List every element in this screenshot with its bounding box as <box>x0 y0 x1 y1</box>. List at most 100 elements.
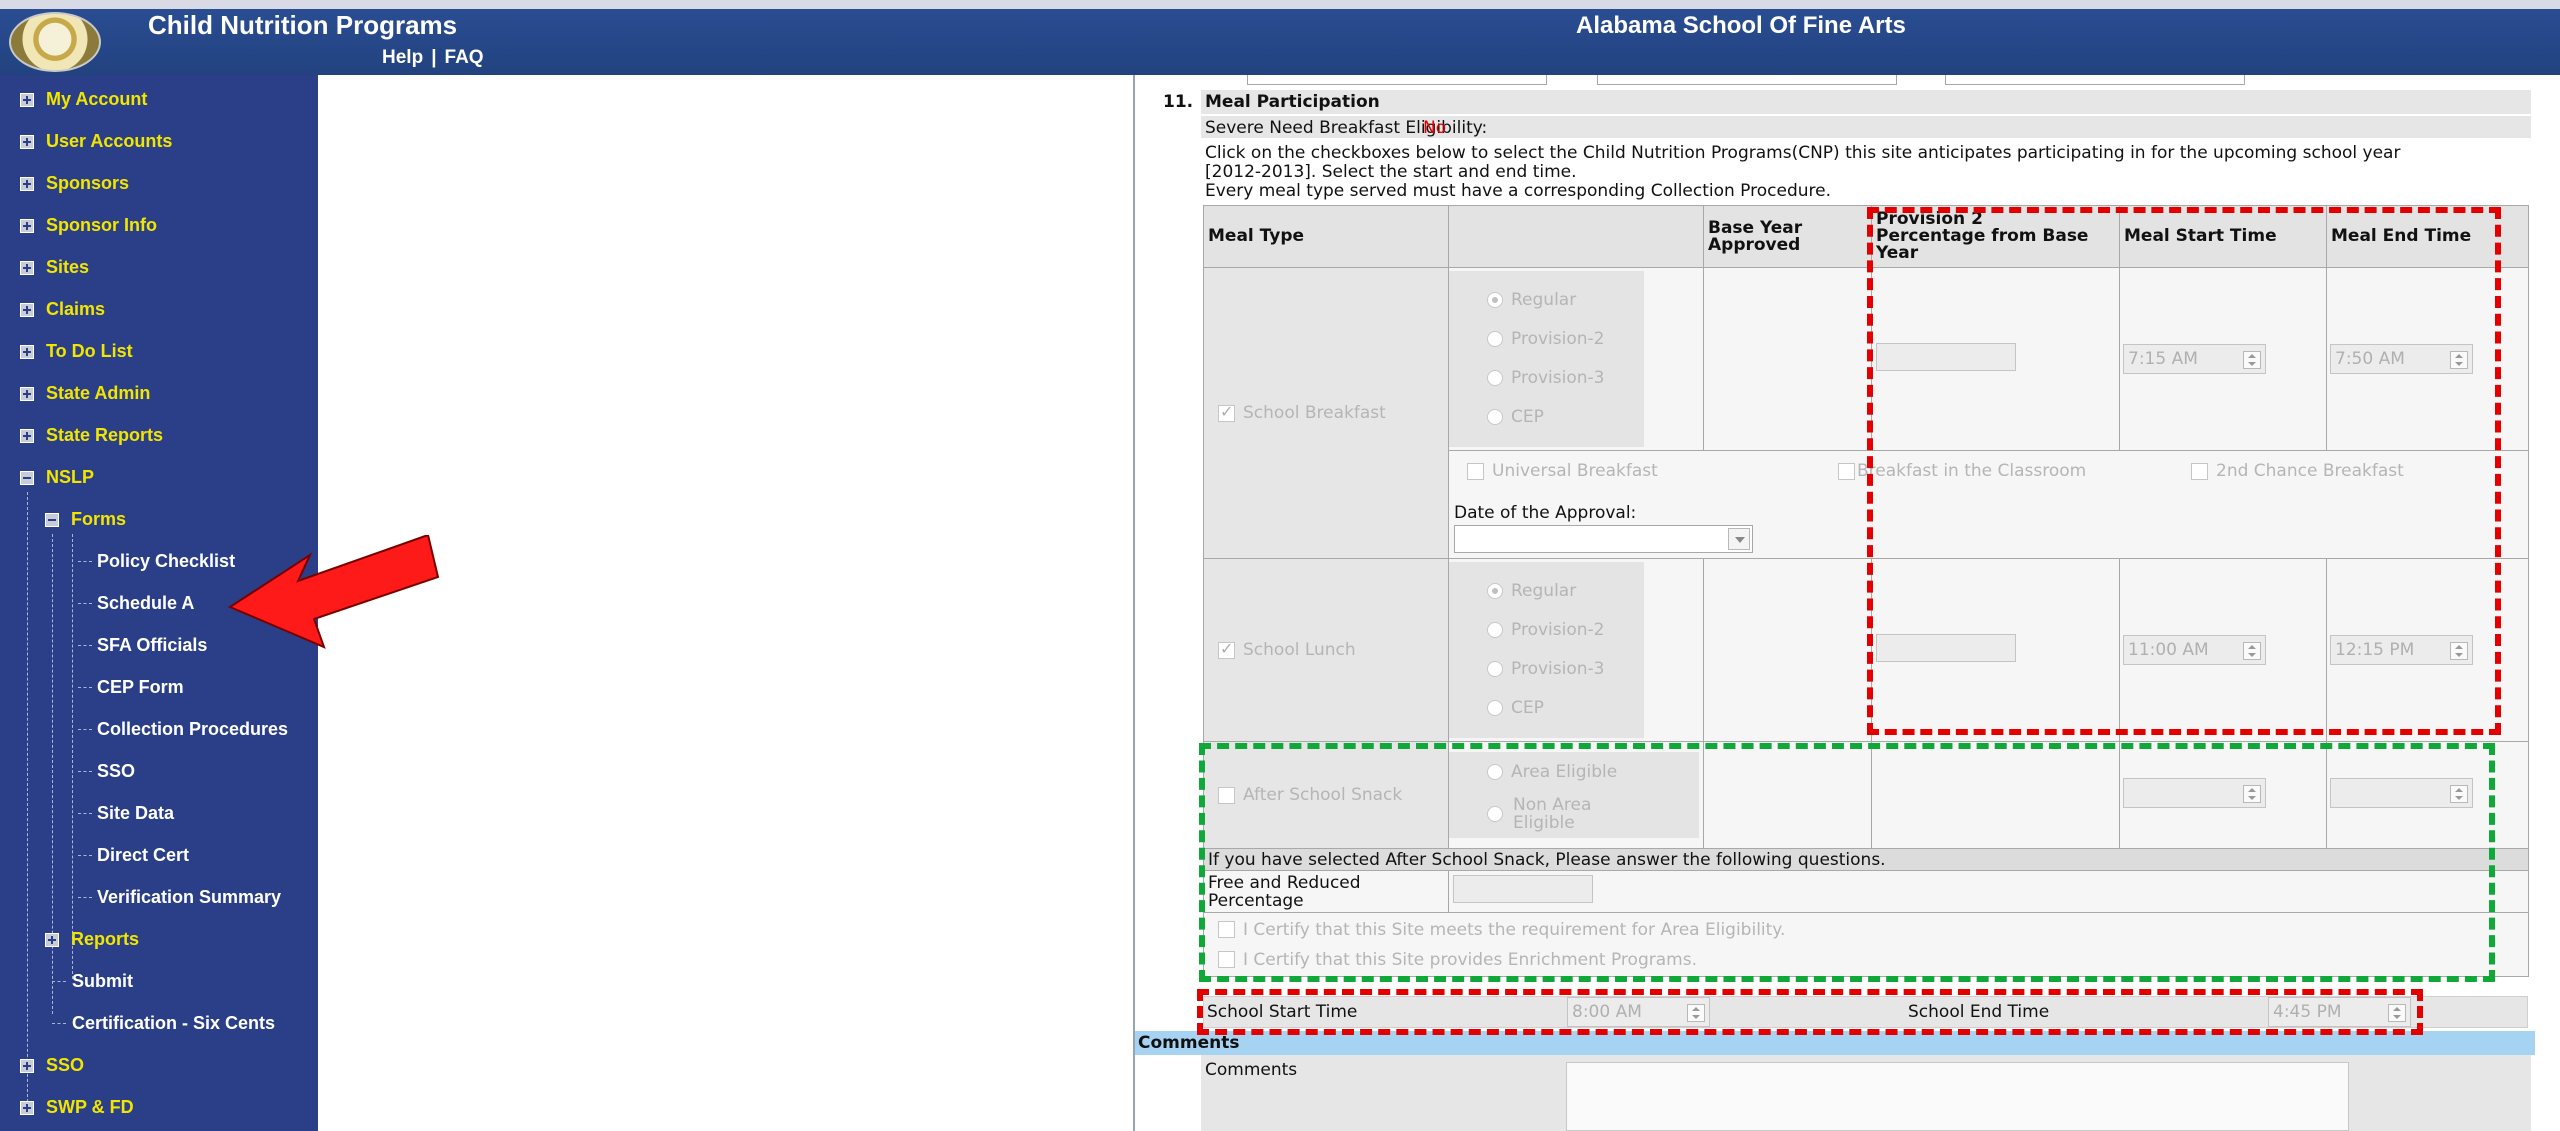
tree-tick <box>78 687 92 688</box>
nav-sfa-officials[interactable]: SFA Officials <box>97 630 207 660</box>
breakfast-base-year-cell <box>1703 267 1872 451</box>
tree-line <box>27 492 28 1102</box>
expand-icon[interactable] <box>20 261 34 276</box>
app-header: Child Nutrition Programs Help | FAQ Alabam… <box>0 0 2560 75</box>
radio-icon <box>1487 700 1503 716</box>
expand-icon[interactable] <box>20 303 34 318</box>
radio-label: Regular <box>1511 581 1577 601</box>
partial-select-2[interactable] <box>1597 75 1897 85</box>
breakfast-radio-provision3[interactable]: Provision-3 <box>1487 359 1644 398</box>
radio-icon <box>1487 370 1503 386</box>
approval-date-select[interactable] <box>1454 525 1753 553</box>
approval-date-label: Date of the Approval: <box>1454 503 1637 523</box>
radio-label: Regular <box>1511 290 1577 310</box>
partial-select-1[interactable] <box>1247 75 1547 85</box>
section-title: Meal Participation <box>1205 92 1380 112</box>
instructions-line-1: Click on the checkboxes below to select … <box>1205 143 2401 163</box>
nav-direct-cert[interactable]: Direct Cert <box>97 840 189 870</box>
nav-label: State Reports <box>46 425 164 445</box>
nav-label: Reports <box>71 929 140 949</box>
expand-icon[interactable] <box>20 93 34 108</box>
nav-label: SWP & FD <box>46 1097 134 1117</box>
nav-swp-fd[interactable]: SWP & FD <box>20 1092 134 1122</box>
tree-tick <box>78 561 92 562</box>
nav-claims[interactable]: Claims <box>20 294 105 324</box>
nav-reports[interactable]: Reports <box>45 924 139 954</box>
nav-site-data[interactable]: Site Data <box>97 798 174 828</box>
tree-tick <box>78 897 92 898</box>
tree-tick <box>52 981 66 982</box>
nav-sponsors[interactable]: Sponsors <box>20 168 129 198</box>
expand-icon[interactable] <box>20 345 34 360</box>
nav-sso-form[interactable]: SSO <box>97 756 135 786</box>
help-link[interactable]: Help <box>382 47 423 68</box>
lunch-radio-cep[interactable]: CEP <box>1487 689 1644 728</box>
nav-nslp[interactable]: NSLP <box>20 462 94 492</box>
col-base-year: Base Year Approved <box>1703 205 1872 268</box>
green-dashed-highlight <box>1199 743 2495 982</box>
nav-label: State Admin <box>46 383 151 403</box>
nav-sites[interactable]: Sites <box>20 252 89 282</box>
chevron-down-icon[interactable] <box>1728 528 1750 550</box>
nav-submit[interactable]: Submit <box>72 966 133 996</box>
tree-line <box>72 534 73 979</box>
tree-tick <box>78 603 92 604</box>
radio-icon <box>1487 622 1503 638</box>
expand-icon[interactable] <box>20 1059 34 1074</box>
nav-sponsor-info[interactable]: Sponsor Info <box>20 210 157 240</box>
tree-tick <box>78 645 92 646</box>
nav-verification-summary[interactable]: Verification Summary <box>97 882 281 912</box>
instructions-line-3: Every meal type served must have a corre… <box>1205 181 1832 201</box>
expand-icon[interactable] <box>20 429 34 444</box>
col-base-year-line2: Approved <box>1708 234 1801 255</box>
col-options <box>1448 205 1704 268</box>
nav-label: Sites <box>46 257 90 277</box>
expand-icon[interactable] <box>20 219 34 234</box>
expand-icon[interactable] <box>20 177 34 192</box>
lunch-radio-group: Regular Provision-2 Provision-3 CEP <box>1449 562 1644 738</box>
nav-schedule-a[interactable]: Schedule A <box>97 588 194 618</box>
nav-cep-form[interactable]: CEP Form <box>97 672 184 702</box>
faq-link[interactable]: FAQ <box>445 47 484 68</box>
comments-textarea[interactable] <box>1566 1062 2349 1131</box>
collapse-icon[interactable] <box>20 471 34 486</box>
breakfast-radio-provision2[interactable]: Provision-2 <box>1487 320 1644 359</box>
radio-icon <box>1487 583 1503 599</box>
lunch-radio-provision3[interactable]: Provision-3 <box>1487 650 1644 689</box>
red-dashed-highlight <box>1867 207 2501 735</box>
expand-icon[interactable] <box>20 1101 34 1116</box>
collapse-icon[interactable] <box>45 513 59 528</box>
nav-label: Sponsor Info <box>46 215 157 235</box>
breakfast-radio-cep[interactable]: CEP <box>1487 398 1644 437</box>
lunch-radio-regular[interactable]: Regular <box>1487 572 1644 611</box>
instructions-line-2: [2012-2013]. Select the start and end ti… <box>1205 162 1577 182</box>
app-title: Child Nutrition Programs <box>148 10 458 40</box>
lunch-cell: School Lunch <box>1203 558 1449 742</box>
nav-forms[interactable]: Forms <box>45 504 126 534</box>
school-lunch-checkbox[interactable] <box>1218 639 1235 659</box>
nav-state-reports[interactable]: State Reports <box>20 420 163 450</box>
nav-collection-procedures[interactable]: Collection Procedures <box>97 714 288 744</box>
nav-certification-six-cents[interactable]: Certification - Six Cents <box>72 1008 275 1038</box>
state-seal-logo <box>9 12 101 72</box>
universal-breakfast-option[interactable]: Universal Breakfast <box>1467 461 1658 481</box>
nav-sso[interactable]: SSO <box>20 1050 84 1080</box>
tree-tick <box>78 771 92 772</box>
breakfast-radio-regular[interactable]: Regular <box>1487 281 1644 320</box>
partial-select-3[interactable] <box>1945 75 2245 85</box>
nav-policy-checklist[interactable]: Policy Checklist <box>97 546 235 576</box>
lunch-radio-provision2[interactable]: Provision-2 <box>1487 611 1644 650</box>
school-breakfast-label: School Breakfast <box>1243 403 1386 423</box>
option-label: Universal Breakfast <box>1492 461 1658 481</box>
expand-icon[interactable] <box>20 387 34 402</box>
expand-icon[interactable] <box>45 933 59 948</box>
nav-my-account[interactable]: My Account <box>20 84 147 114</box>
nav-state-admin[interactable]: State Admin <box>20 378 150 408</box>
expand-icon[interactable] <box>20 135 34 150</box>
nav-user-accounts[interactable]: User Accounts <box>20 126 172 156</box>
comments-header: Comments <box>1138 1033 1240 1053</box>
radio-icon <box>1487 331 1503 347</box>
school-breakfast-checkbox[interactable] <box>1218 402 1235 422</box>
radio-label: Provision-3 <box>1511 659 1605 679</box>
nav-to-do-list[interactable]: To Do List <box>20 336 133 366</box>
